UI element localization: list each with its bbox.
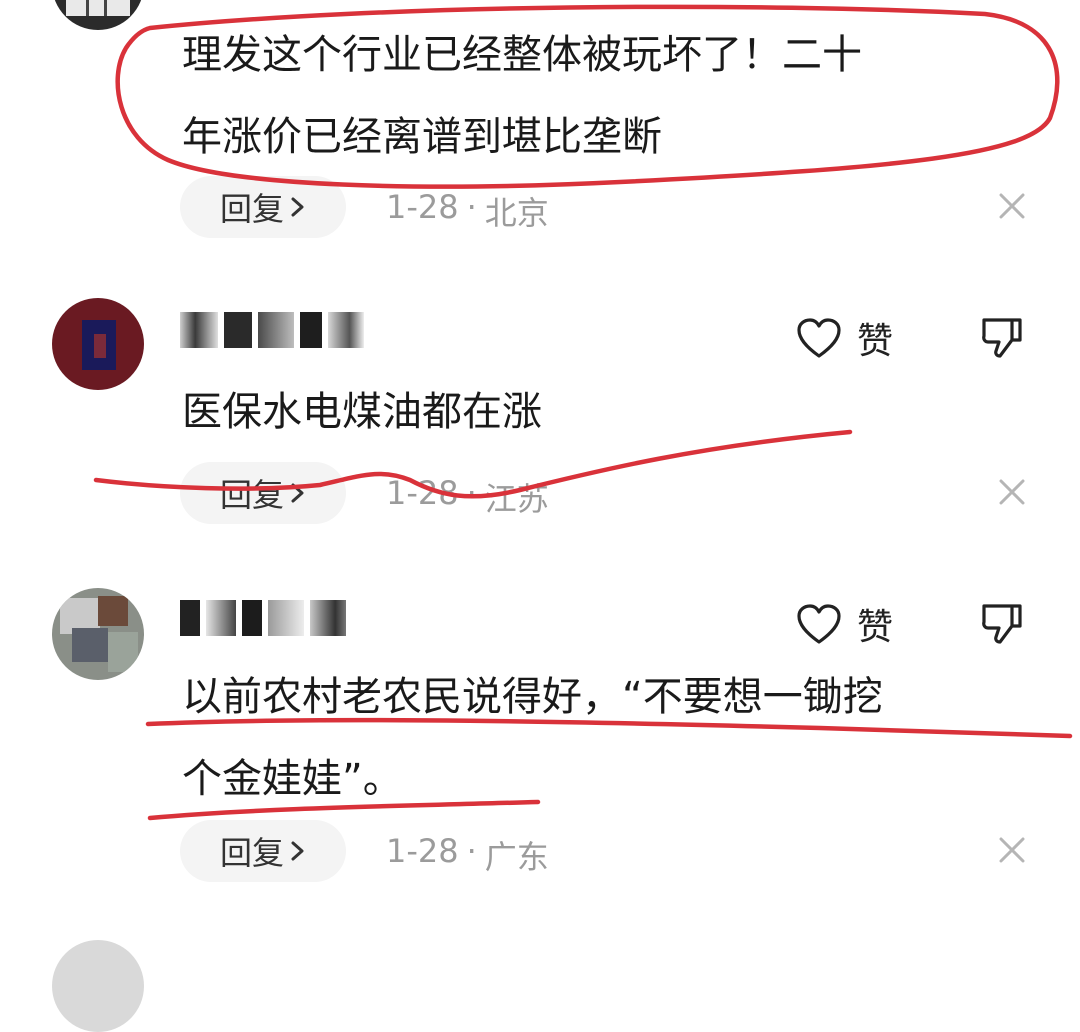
avatar[interactable] (52, 0, 144, 30)
comment-meta: 1-28 · 北京 (386, 188, 549, 234)
chevron-right-icon (291, 483, 304, 503)
thumb-down-icon[interactable] (978, 600, 1026, 648)
comment-location: 北京 (484, 194, 549, 232)
comment-date: 1-28 (386, 474, 459, 512)
avatar[interactable] (52, 940, 144, 1032)
comment-meta: 1-28 · 江苏 (386, 474, 549, 520)
comment-location: 广东 (484, 838, 549, 876)
meta-separator: · (466, 832, 477, 870)
like-button[interactable]: 赞 (795, 598, 893, 650)
comment-text: 以前农村老农民说得好，“不要想一锄挖 个金娃娃”。 (182, 656, 883, 820)
thumb-down-icon[interactable] (978, 314, 1026, 362)
comment-meta: 1-28 · 广东 (386, 832, 549, 878)
comment-text: 理发这个行业已经整体被玩坏了！二十 年涨价已经离谱到堪比垄断 (182, 14, 862, 178)
avatar[interactable] (52, 588, 144, 680)
like-label: 赞 (857, 321, 894, 362)
comment-date: 1-28 (386, 832, 459, 870)
comment-text: 医保水电煤油都在涨 (182, 371, 542, 453)
comment-text-line: 个金娃娃”。 (182, 756, 403, 802)
reply-label: 回复 (219, 476, 284, 514)
comment-text-line: 以前农村老农民说得好，“不要想一锄挖 (182, 674, 883, 720)
chevron-right-icon (291, 197, 304, 217)
comment-date: 1-28 (386, 188, 459, 226)
comment-location: 江苏 (484, 480, 549, 518)
reply-button[interactable]: 回复 (180, 176, 346, 238)
avatar[interactable] (52, 298, 144, 390)
username-blurred[interactable] (180, 312, 364, 348)
like-button[interactable]: 赞 (795, 312, 893, 364)
heart-outline-icon (797, 604, 841, 644)
reply-label: 回复 (219, 190, 284, 228)
meta-separator: · (466, 474, 477, 512)
reply-button[interactable]: 回复 (180, 820, 346, 882)
reply-label: 回复 (219, 834, 284, 872)
like-label: 赞 (857, 607, 894, 648)
meta-separator: · (466, 188, 477, 226)
close-icon[interactable] (998, 192, 1026, 220)
reply-button[interactable]: 回复 (180, 462, 346, 524)
close-icon[interactable] (998, 836, 1026, 864)
close-icon[interactable] (998, 478, 1026, 506)
comment-text-line: 医保水电煤油都在涨 (182, 389, 542, 435)
chevron-right-icon (291, 841, 304, 861)
comment-text-line: 理发这个行业已经整体被玩坏了！二十 (182, 32, 862, 78)
heart-outline-icon (797, 318, 841, 358)
username-blurred[interactable] (180, 600, 346, 636)
comment-text-line: 年涨价已经离谱到堪比垄断 (182, 114, 662, 160)
